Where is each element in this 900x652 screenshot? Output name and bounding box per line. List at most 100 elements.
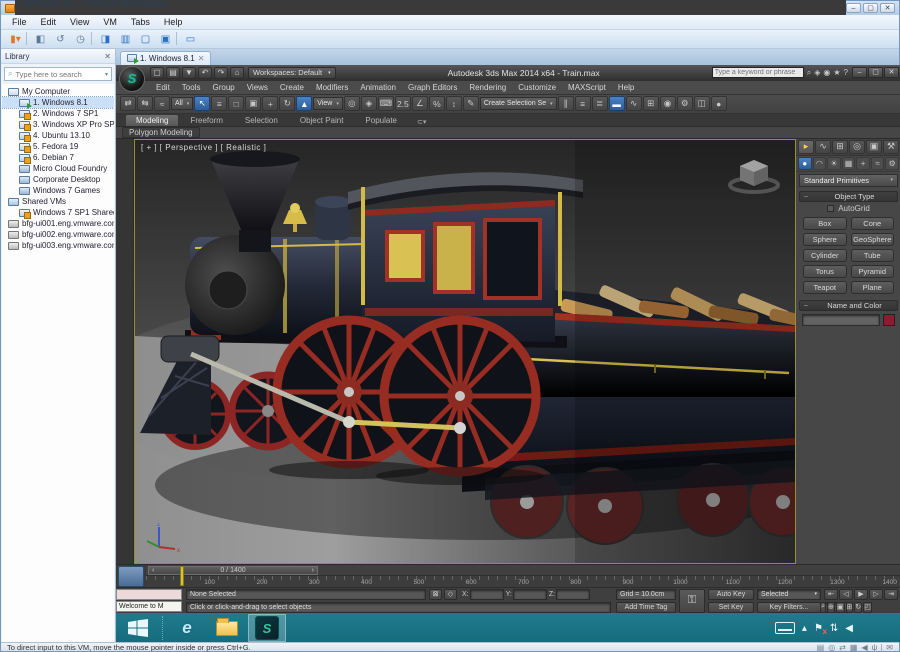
search-icon[interactable]: ⌕ bbox=[807, 68, 811, 78]
max-menu-maxscript[interactable]: MAXScript bbox=[562, 83, 612, 92]
tab-display[interactable]: ▣ bbox=[866, 139, 882, 154]
search-dropdown-icon[interactable]: ▾ bbox=[105, 71, 108, 78]
vm-display[interactable]: S ▢ ▤ ▼ ↶ ↷ ⌂ Workspaces: Default ▾ Autodesk … bbox=[116, 64, 900, 642]
tree-item-2-windows-7-sp1[interactable]: 2. Windows 7 SP1 bbox=[2, 108, 114, 120]
volume-icon[interactable]: ◀ bbox=[845, 623, 853, 634]
primitive-category-dropdown[interactable]: Standard Primitives ▾ bbox=[799, 173, 898, 187]
ribbon-tab-modeling[interactable]: Modeling bbox=[126, 114, 179, 126]
explorer-taskbar-icon[interactable] bbox=[208, 614, 246, 642]
summary-view-button[interactable]: ▥ bbox=[117, 32, 134, 47]
primitive-button-plane[interactable]: Plane bbox=[850, 280, 894, 294]
primitive-button-cylinder[interactable]: Cylinder bbox=[803, 248, 847, 262]
revert-snapshot-button[interactable]: ↺ bbox=[52, 32, 69, 47]
tree-item-3-windows-xp-pro-sp3[interactable]: 3. Windows XP Pro SP3 bbox=[2, 119, 114, 131]
ribbon-toggle-icon[interactable]: ▬ bbox=[608, 96, 625, 112]
snaps-toggle-icon[interactable]: 2.5 bbox=[394, 96, 411, 112]
set-key-button[interactable]: Set Key bbox=[708, 601, 754, 613]
tree-item-micro-cloud-foundry[interactable]: Micro Cloud Foundry bbox=[2, 163, 114, 174]
systems-icon[interactable]: ⚙ bbox=[885, 156, 900, 170]
fullscreen-button[interactable]: ▢ bbox=[137, 32, 154, 47]
layer-manager-icon[interactable]: ≣ bbox=[591, 96, 608, 112]
use-pivot-center-icon[interactable]: ◎ bbox=[343, 96, 360, 112]
key-mode-dropdown[interactable]: Selected ▾ bbox=[757, 588, 821, 600]
console-view-button[interactable]: ◨ bbox=[97, 32, 114, 47]
tree-item-5-fedora-19[interactable]: 5. Fedora 19 bbox=[2, 141, 114, 153]
tab-modify[interactable]: ∿ bbox=[815, 139, 831, 154]
primitive-button-box[interactable]: Box bbox=[803, 216, 847, 230]
auto-key-button[interactable]: Auto Key bbox=[708, 588, 754, 600]
max-menu-graph-editors[interactable]: Graph Editors bbox=[402, 83, 463, 92]
message-log-icon[interactable]: ✉ bbox=[886, 643, 893, 652]
network-status-icon[interactable]: ⇄ bbox=[839, 643, 846, 652]
object-color-swatch[interactable] bbox=[883, 313, 895, 326]
angle-snap-icon[interactable]: ∠ bbox=[411, 96, 428, 112]
play-button[interactable]: ▶ bbox=[854, 588, 868, 600]
unity-button[interactable]: ▣ bbox=[157, 32, 174, 47]
maximize-viewport-icon[interactable]: ◰ bbox=[863, 601, 872, 613]
helpers-icon[interactable]: + bbox=[856, 156, 870, 170]
new-scene-button[interactable]: ▢ bbox=[150, 66, 164, 79]
primitive-button-geosphere[interactable]: GeoSphere bbox=[850, 232, 894, 246]
subscription-icon[interactable]: ◈ bbox=[814, 68, 820, 78]
3dsmax-taskbar-icon[interactable]: S bbox=[248, 614, 286, 642]
orbit-icon[interactable]: ↻ bbox=[854, 601, 863, 613]
align-icon[interactable]: ≡ bbox=[574, 96, 591, 112]
edit-named-selections-icon[interactable]: ✎ bbox=[462, 96, 479, 112]
library-close-icon[interactable]: ✕ bbox=[104, 52, 111, 61]
max-menu-edit[interactable]: Edit bbox=[150, 83, 176, 92]
start-button[interactable] bbox=[116, 613, 160, 642]
power-dropdown-button[interactable]: ▮▾ bbox=[7, 32, 24, 47]
lights-icon[interactable]: ☀ bbox=[827, 156, 841, 170]
select-and-link-icon[interactable]: ⇄ bbox=[120, 96, 136, 112]
zoom-all-icon[interactable]: ⊕ bbox=[827, 601, 835, 613]
hard-disk-status-icon[interactable]: ▤ bbox=[817, 643, 825, 652]
track-bar[interactable]: 100 200 300 400 500 600 700 800 900 1000 1100 1200 1… bbox=[146, 575, 900, 587]
absolute-offset-toggle[interactable]: ◇ bbox=[444, 588, 457, 600]
polygon-modeling-panel[interactable]: Polygon Modeling bbox=[122, 126, 200, 138]
vmware-menu-file[interactable]: File bbox=[5, 17, 34, 27]
max-menu-help[interactable]: Help bbox=[612, 83, 640, 92]
max-menu-customize[interactable]: Customize bbox=[512, 83, 562, 92]
tab-hierarchy[interactable]: ⊞ bbox=[832, 139, 848, 154]
show-library-button[interactable]: ▭ bbox=[182, 32, 199, 47]
pan-icon[interactable]: ⊞ bbox=[845, 601, 854, 613]
key-filters-button[interactable]: Key Filters... bbox=[757, 601, 821, 613]
tree-item-shared-vms[interactable]: Shared VMs bbox=[2, 196, 114, 207]
viewport-label[interactable]: [ + ] [ Perspective ] [ Realistic ] bbox=[141, 143, 266, 152]
network-icon[interactable]: ⇅ bbox=[830, 623, 838, 634]
mirror-icon[interactable]: ∥ bbox=[557, 96, 574, 112]
undo-button[interactable]: ↶ bbox=[198, 66, 212, 79]
max-close-button[interactable]: ✕ bbox=[884, 67, 899, 79]
primitive-button-teapot[interactable]: Teapot bbox=[803, 280, 847, 294]
next-key-icon[interactable]: › bbox=[312, 567, 314, 574]
perspective-viewport[interactable]: [ + ] [ Perspective ] [ Realistic ] z x bbox=[134, 138, 796, 564]
object-type-rollout[interactable]: − Object Type bbox=[799, 190, 898, 202]
library-search-input[interactable] bbox=[15, 69, 102, 79]
next-frame-button[interactable]: ▷ bbox=[869, 588, 883, 600]
zoom-icon[interactable]: ⌕ bbox=[820, 601, 827, 613]
tree-item-bfg-ui003-eng-vmware-com[interactable]: bfg-ui003.eng.vmware.com bbox=[2, 240, 114, 251]
tree-item-windows-7-sp1-shared[interactable]: Windows 7 SP1 Shared bbox=[2, 207, 114, 219]
max-menu-views[interactable]: Views bbox=[241, 83, 274, 92]
max-menu-tools[interactable]: Tools bbox=[176, 83, 207, 92]
time-slider-handle[interactable]: ‹ 0 / 1400 › bbox=[148, 565, 318, 575]
viewcube[interactable] bbox=[727, 152, 781, 196]
favorites-icon[interactable]: ★ bbox=[833, 68, 840, 78]
percent-snap-icon[interactable]: % bbox=[428, 96, 445, 112]
render-setup-icon[interactable]: ⚙ bbox=[676, 96, 693, 112]
ribbon-tab-selection[interactable]: Selection bbox=[235, 115, 288, 126]
macro-recorder[interactable] bbox=[116, 588, 182, 600]
max-menu-rendering[interactable]: Rendering bbox=[463, 83, 512, 92]
window-crossing-icon[interactable]: ▣ bbox=[245, 96, 262, 112]
space-warps-icon[interactable]: ≈ bbox=[870, 156, 885, 170]
vmware-menu-tabs[interactable]: Tabs bbox=[124, 17, 157, 27]
ribbon-tab-populate[interactable]: Populate bbox=[355, 115, 407, 126]
bind-to-space-warp-icon[interactable]: ≈ bbox=[154, 96, 170, 112]
vmware-menu-help[interactable]: Help bbox=[157, 17, 190, 27]
primitive-button-pyramid[interactable]: Pyramid bbox=[850, 264, 894, 278]
ie-taskbar-icon[interactable]: e bbox=[168, 614, 206, 642]
sound-status-icon[interactable]: ◀ bbox=[861, 643, 867, 652]
add-time-tag[interactable]: Add Time Tag bbox=[616, 601, 676, 613]
open-file-button[interactable]: ▤ bbox=[166, 66, 180, 79]
vmware-menu-view[interactable]: View bbox=[63, 17, 96, 27]
